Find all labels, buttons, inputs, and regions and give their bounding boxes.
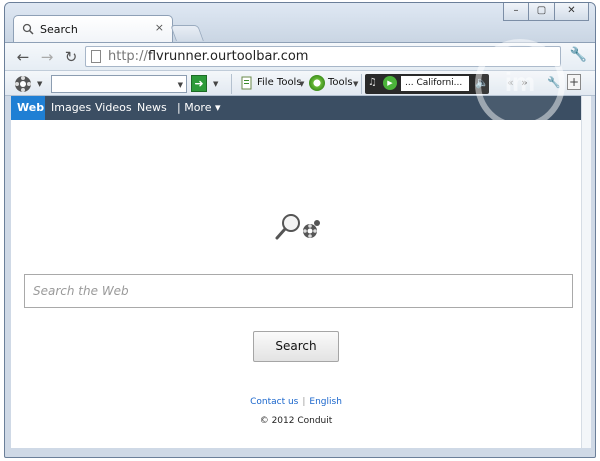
back-button[interactable]: ← [13, 47, 33, 67]
music-note-icon: ♫ [368, 77, 377, 88]
gear-icon [309, 75, 325, 91]
browser-tab[interactable]: Search × [13, 15, 173, 43]
minimize-button[interactable]: – [503, 3, 529, 21]
search-input[interactable]: Search the Web [24, 274, 573, 308]
toolbar-settings-icon[interactable]: 🔧 [547, 76, 561, 89]
language-link[interactable]: English [309, 397, 342, 407]
contact-us-link[interactable]: Contact us [250, 397, 298, 407]
vertical-scrollbar[interactable] [581, 96, 591, 448]
wrench-icon[interactable]: 🔧 [570, 47, 587, 63]
file-tools-dropdown-icon[interactable]: ▼ [299, 80, 304, 88]
reload-button[interactable]: ↻ [61, 47, 81, 67]
toolbar-search-input[interactable]: ▼ [51, 75, 187, 93]
radio-station-select[interactable]: ... Californi... [401, 76, 469, 91]
scroll-right-button[interactable]: » [521, 76, 528, 89]
page-icon [91, 50, 101, 63]
window-controls: – ▢ ✕ [503, 3, 589, 21]
footer-separator: | [302, 397, 306, 407]
file-tools-menu[interactable]: File Tools [257, 77, 302, 88]
go-dropdown-icon[interactable]: ▼ [213, 80, 218, 88]
tools-menu[interactable]: Tools [328, 77, 353, 88]
page-content: Web Images Videos News | More ▾ Search t… [11, 96, 581, 448]
play-button[interactable]: ▶ [383, 76, 397, 90]
conduit-toolbar: ▼ ▼ ➜ ▼ File Tools ▼ Tools ▼ ♫ ▶ ... Cal… [5, 70, 595, 96]
tab-videos[interactable]: Videos [95, 101, 132, 114]
tab-more[interactable]: | More ▾ [177, 101, 221, 114]
copyright-text: © 2012 Conduit [259, 416, 333, 426]
add-component-button[interactable]: + [567, 74, 581, 90]
tab-close-button[interactable]: × [155, 21, 164, 34]
search-icon [22, 23, 34, 35]
logo-dropdown-icon[interactable]: ▼ [37, 80, 42, 88]
search-history-dropdown-icon[interactable]: ▼ [178, 81, 183, 89]
file-tools-icon [241, 76, 252, 90]
toolbar-logo-icon[interactable] [13, 74, 33, 94]
address-bar[interactable]: http://flvrunner.ourtoolbar.com [85, 46, 561, 67]
navigation-bar: ← → ↻ http://flvrunner.ourtoolbar.com 🔧 [5, 42, 595, 70]
volume-icon[interactable]: 🔈 [475, 76, 489, 89]
tab-news[interactable]: News [137, 101, 167, 114]
tab-title: Search [40, 23, 78, 36]
footer-links: Contact us | English [11, 397, 581, 407]
conduit-search-logo-icon [275, 214, 320, 240]
toolbar-divider [361, 74, 362, 94]
search-category-nav: Web Images Videos News | More ▾ [11, 96, 581, 120]
tab-images[interactable]: Images [51, 101, 91, 114]
scroll-left-button[interactable]: « [507, 76, 514, 89]
toolbar-divider [231, 74, 232, 94]
tools-dropdown-icon[interactable]: ▼ [353, 80, 358, 88]
new-tab-button[interactable] [170, 25, 204, 41]
forward-button[interactable]: → [37, 47, 57, 67]
title-bar: Search × – ▢ ✕ [5, 3, 595, 43]
close-window-button[interactable]: ✕ [555, 3, 589, 21]
tab-web[interactable]: Web [11, 96, 45, 120]
maximize-button[interactable]: ▢ [529, 3, 555, 21]
url-text: http://flvrunner.ourtoolbar.com [108, 49, 309, 64]
toolbar-go-button[interactable]: ➜ [191, 75, 207, 92]
search-button[interactable]: Search [253, 331, 339, 362]
search-placeholder: Search the Web [33, 284, 129, 298]
browser-window: Search × – ▢ ✕ ← → ↻ http://flvrunner.ou… [4, 2, 596, 458]
